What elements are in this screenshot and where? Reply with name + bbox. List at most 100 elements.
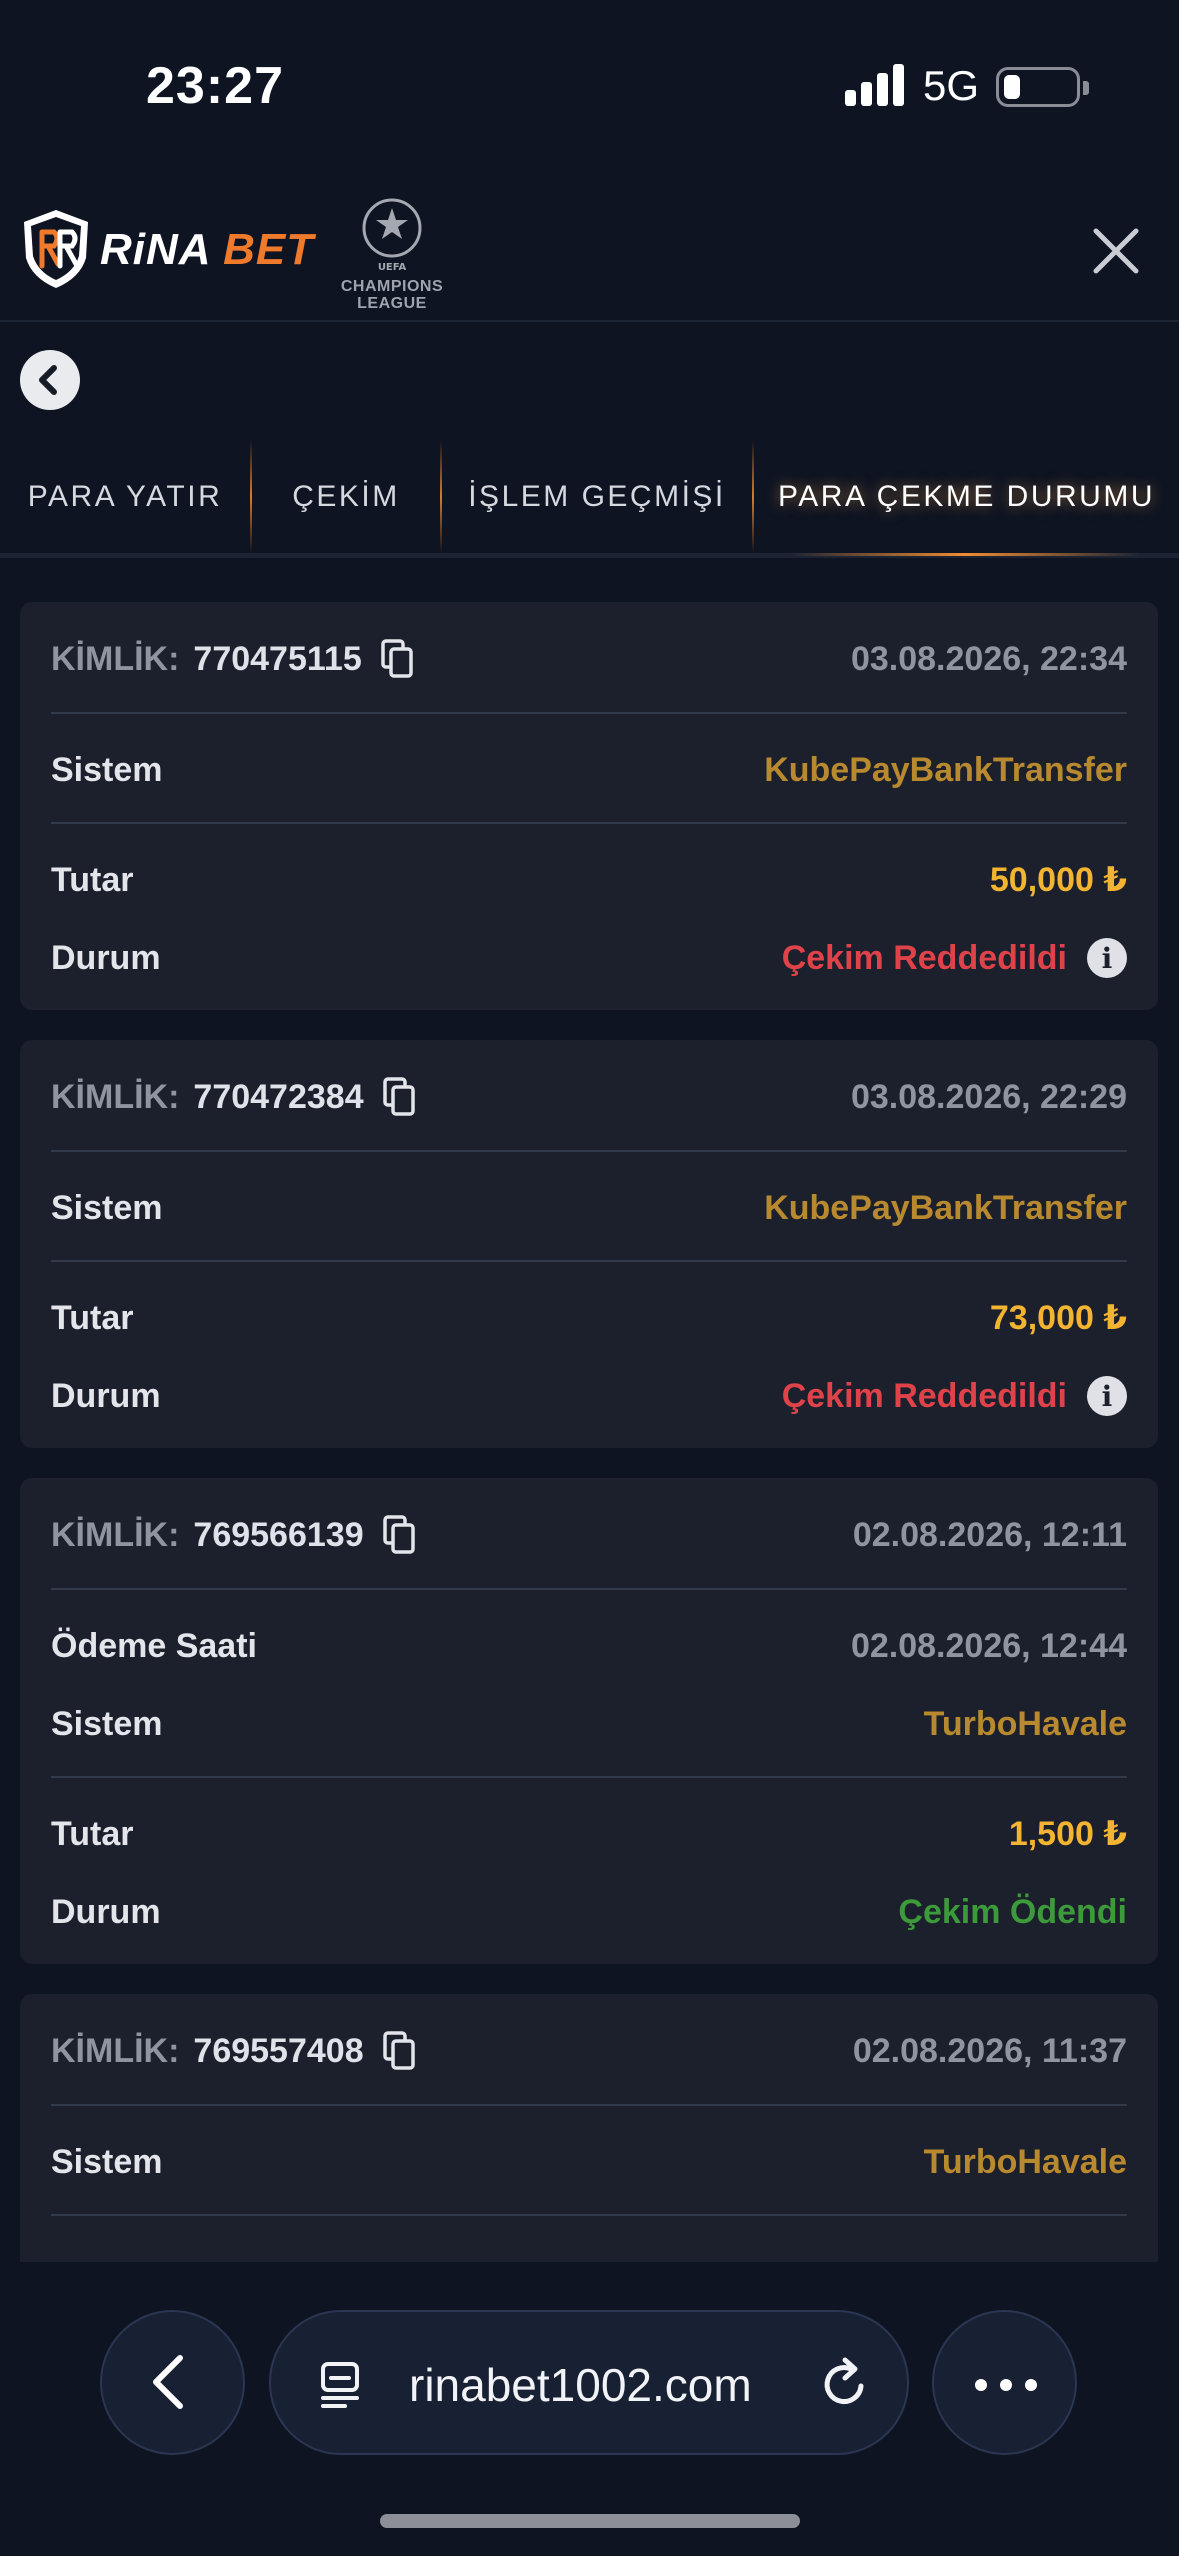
divider [51, 1588, 1127, 1590]
back-button[interactable] [20, 350, 80, 410]
ucl-wordmark: CHAMPIONS LEAGUE [330, 278, 454, 312]
ucl-line-1: CHAMPIONS [340, 278, 444, 295]
url-text: rinabet1002.com [409, 2359, 752, 2411]
tab-cekim[interactable]: ÇEKİM [252, 440, 440, 553]
system-value: TurboHavale [923, 2142, 1127, 2181]
brand-name-part1: RiNA [100, 225, 210, 274]
card-header-row: KİMLİK: 770475115 03.08.2026, 22:34 [51, 634, 1127, 684]
payment-time-row: Ödeme Saati 02.08.2026, 12:44 [51, 1621, 1127, 1671]
browser-toolbar: rinabet1002.com [0, 2262, 1179, 2556]
status-text: Çekim Reddedildi [781, 1376, 1067, 1415]
tab-bar: PARA YATIR ÇEKİM İŞLEM GEÇMİŞİ PARA ÇEKM… [0, 440, 1179, 558]
reload-icon[interactable] [817, 2356, 873, 2412]
transaction-date: 02.08.2026, 11:37 [852, 2031, 1127, 2070]
transaction-id: KİMLİK: 770472384 [51, 1077, 416, 1117]
active-tab-indicator [790, 553, 1140, 556]
info-icon[interactable]: i [1087, 938, 1127, 978]
transaction-list: KİMLİK: 770475115 03.08.2026, 22:34 Sist… [20, 602, 1158, 2262]
amount-value: 1,500 ₺ [1008, 1815, 1127, 1853]
divider [51, 712, 1127, 714]
battery-icon [996, 67, 1089, 107]
divider [51, 1776, 1127, 1778]
transaction-id: KİMLİK: 770475115 [51, 639, 414, 679]
chevron-left-icon [153, 2355, 183, 2409]
amount-label: Tutar [51, 1298, 134, 1337]
page-menu-icon[interactable] [319, 2360, 369, 2410]
system-value: KubePayBankTransfer [764, 750, 1127, 789]
kimlik-label: KİMLİK: [51, 639, 180, 678]
brand-shield-icon[interactable] [20, 208, 92, 290]
transaction-id: KİMLİK: 769557408 [51, 2031, 416, 2071]
kimlik-value: 769557408 [193, 2031, 364, 2070]
system-label: Sistem [51, 2142, 163, 2181]
system-row: Sistem TurboHavale [51, 2137, 1127, 2187]
card-header-row: KİMLİK: 770472384 03.08.2026, 22:29 [51, 1072, 1127, 1122]
info-icon[interactable]: i [1087, 1376, 1127, 1416]
status-label: Durum [51, 938, 161, 977]
transaction-date: 03.08.2026, 22:34 [850, 639, 1127, 678]
starball-icon: UEFA [362, 198, 422, 273]
tab-para-yatir[interactable]: PARA YATIR [0, 440, 250, 553]
divider [51, 2104, 1127, 2106]
copy-icon[interactable] [382, 2031, 416, 2071]
status-value: Çekim Ödendi [898, 1892, 1127, 1931]
transaction-card: KİMLİK: 770475115 03.08.2026, 22:34 Sist… [20, 602, 1158, 1010]
copy-icon[interactable] [382, 1077, 416, 1117]
transaction-card: KİMLİK: 769566139 02.08.2026, 12:11 Ödem… [20, 1478, 1158, 1964]
kimlik-label: KİMLİK: [51, 1077, 180, 1116]
status-label: Durum [51, 1892, 161, 1931]
divider [51, 2214, 1127, 2216]
card-header-row: KİMLİK: 769566139 02.08.2026, 12:11 [51, 1510, 1127, 1560]
amount-row: Tutar 1,500 ₺ [51, 1809, 1127, 1859]
ucl-line-2: LEAGUE [357, 295, 427, 312]
address-bar[interactable]: rinabet1002.com [269, 2310, 909, 2455]
system-row: Sistem KubePayBankTransfer [51, 1183, 1127, 1233]
system-row: Sistem TurboHavale [51, 1699, 1127, 1749]
champions-league-logo: UEFA CHAMPIONS LEAGUE [330, 190, 454, 312]
status-row: Durum Çekim Reddedildi i [51, 1371, 1127, 1421]
more-button[interactable] [932, 2310, 1077, 2455]
payment-time-label: Ödeme Saati [51, 1626, 257, 1665]
status-row: Durum Çekim Ödendi [51, 1887, 1127, 1937]
brand-logo-text[interactable]: RiNA BET [100, 225, 314, 275]
kimlik-label: KİMLİK: [51, 2031, 180, 2070]
amount-value: 50,000 ₺ [989, 861, 1127, 899]
system-label: Sistem [51, 750, 163, 789]
kimlik-value: 770472384 [193, 1077, 364, 1116]
kimlik-label: KİMLİK: [51, 1515, 180, 1554]
transaction-id: KİMLİK: 769566139 [51, 1515, 416, 1555]
home-indicator[interactable] [380, 2514, 800, 2528]
status-label: Durum [51, 1376, 161, 1415]
close-icon[interactable] [1090, 225, 1142, 277]
transaction-date: 03.08.2026, 22:29 [850, 1077, 1127, 1116]
system-value: KubePayBankTransfer [764, 1188, 1127, 1227]
status-text: Çekim Reddedildi [781, 938, 1067, 977]
copy-icon[interactable] [382, 1515, 416, 1555]
transaction-date: 02.08.2026, 12:11 [852, 1515, 1127, 1554]
payment-time-value: 02.08.2026, 12:44 [850, 1626, 1127, 1665]
brand-name-part2: BET [223, 225, 315, 274]
kimlik-value: 770475115 [193, 639, 362, 678]
system-row: Sistem KubePayBankTransfer [51, 745, 1127, 795]
signal-icon [845, 64, 905, 106]
amount-label: Tutar [51, 1814, 134, 1853]
amount-row: Tutar 50,000 ₺ [51, 855, 1127, 905]
tab-islem-gecmisi[interactable]: İŞLEM GEÇMİŞİ [442, 440, 752, 553]
system-value: TurboHavale [923, 1704, 1127, 1743]
svg-text:UEFA: UEFA [378, 262, 407, 273]
chevron-left-icon [39, 365, 57, 395]
transaction-card: KİMLİK: 770472384 03.08.2026, 22:29 Sist… [20, 1040, 1158, 1448]
site-header: RiNA BET UEFA CHAMPIONS LEAGUE [0, 180, 1179, 322]
network-label: 5G [923, 62, 980, 109]
browser-back-button[interactable] [100, 2310, 245, 2455]
kimlik-value: 769566139 [193, 1515, 364, 1554]
status-value: Çekim Reddedildi i [782, 938, 1127, 978]
card-header-row: KİMLİK: 769557408 02.08.2026, 11:37 [51, 2026, 1127, 2076]
transaction-card: KİMLİK: 769557408 02.08.2026, 11:37 Sist… [20, 1994, 1158, 2262]
status-time: 23:27 [146, 57, 284, 115]
copy-icon[interactable] [380, 639, 414, 679]
status-bar: 23:27 5G [0, 0, 1179, 170]
system-label: Sistem [51, 1188, 163, 1227]
tab-para-cekme-durumu[interactable]: PARA ÇEKME DURUMU [754, 440, 1179, 553]
amount-label: Tutar [51, 860, 134, 899]
